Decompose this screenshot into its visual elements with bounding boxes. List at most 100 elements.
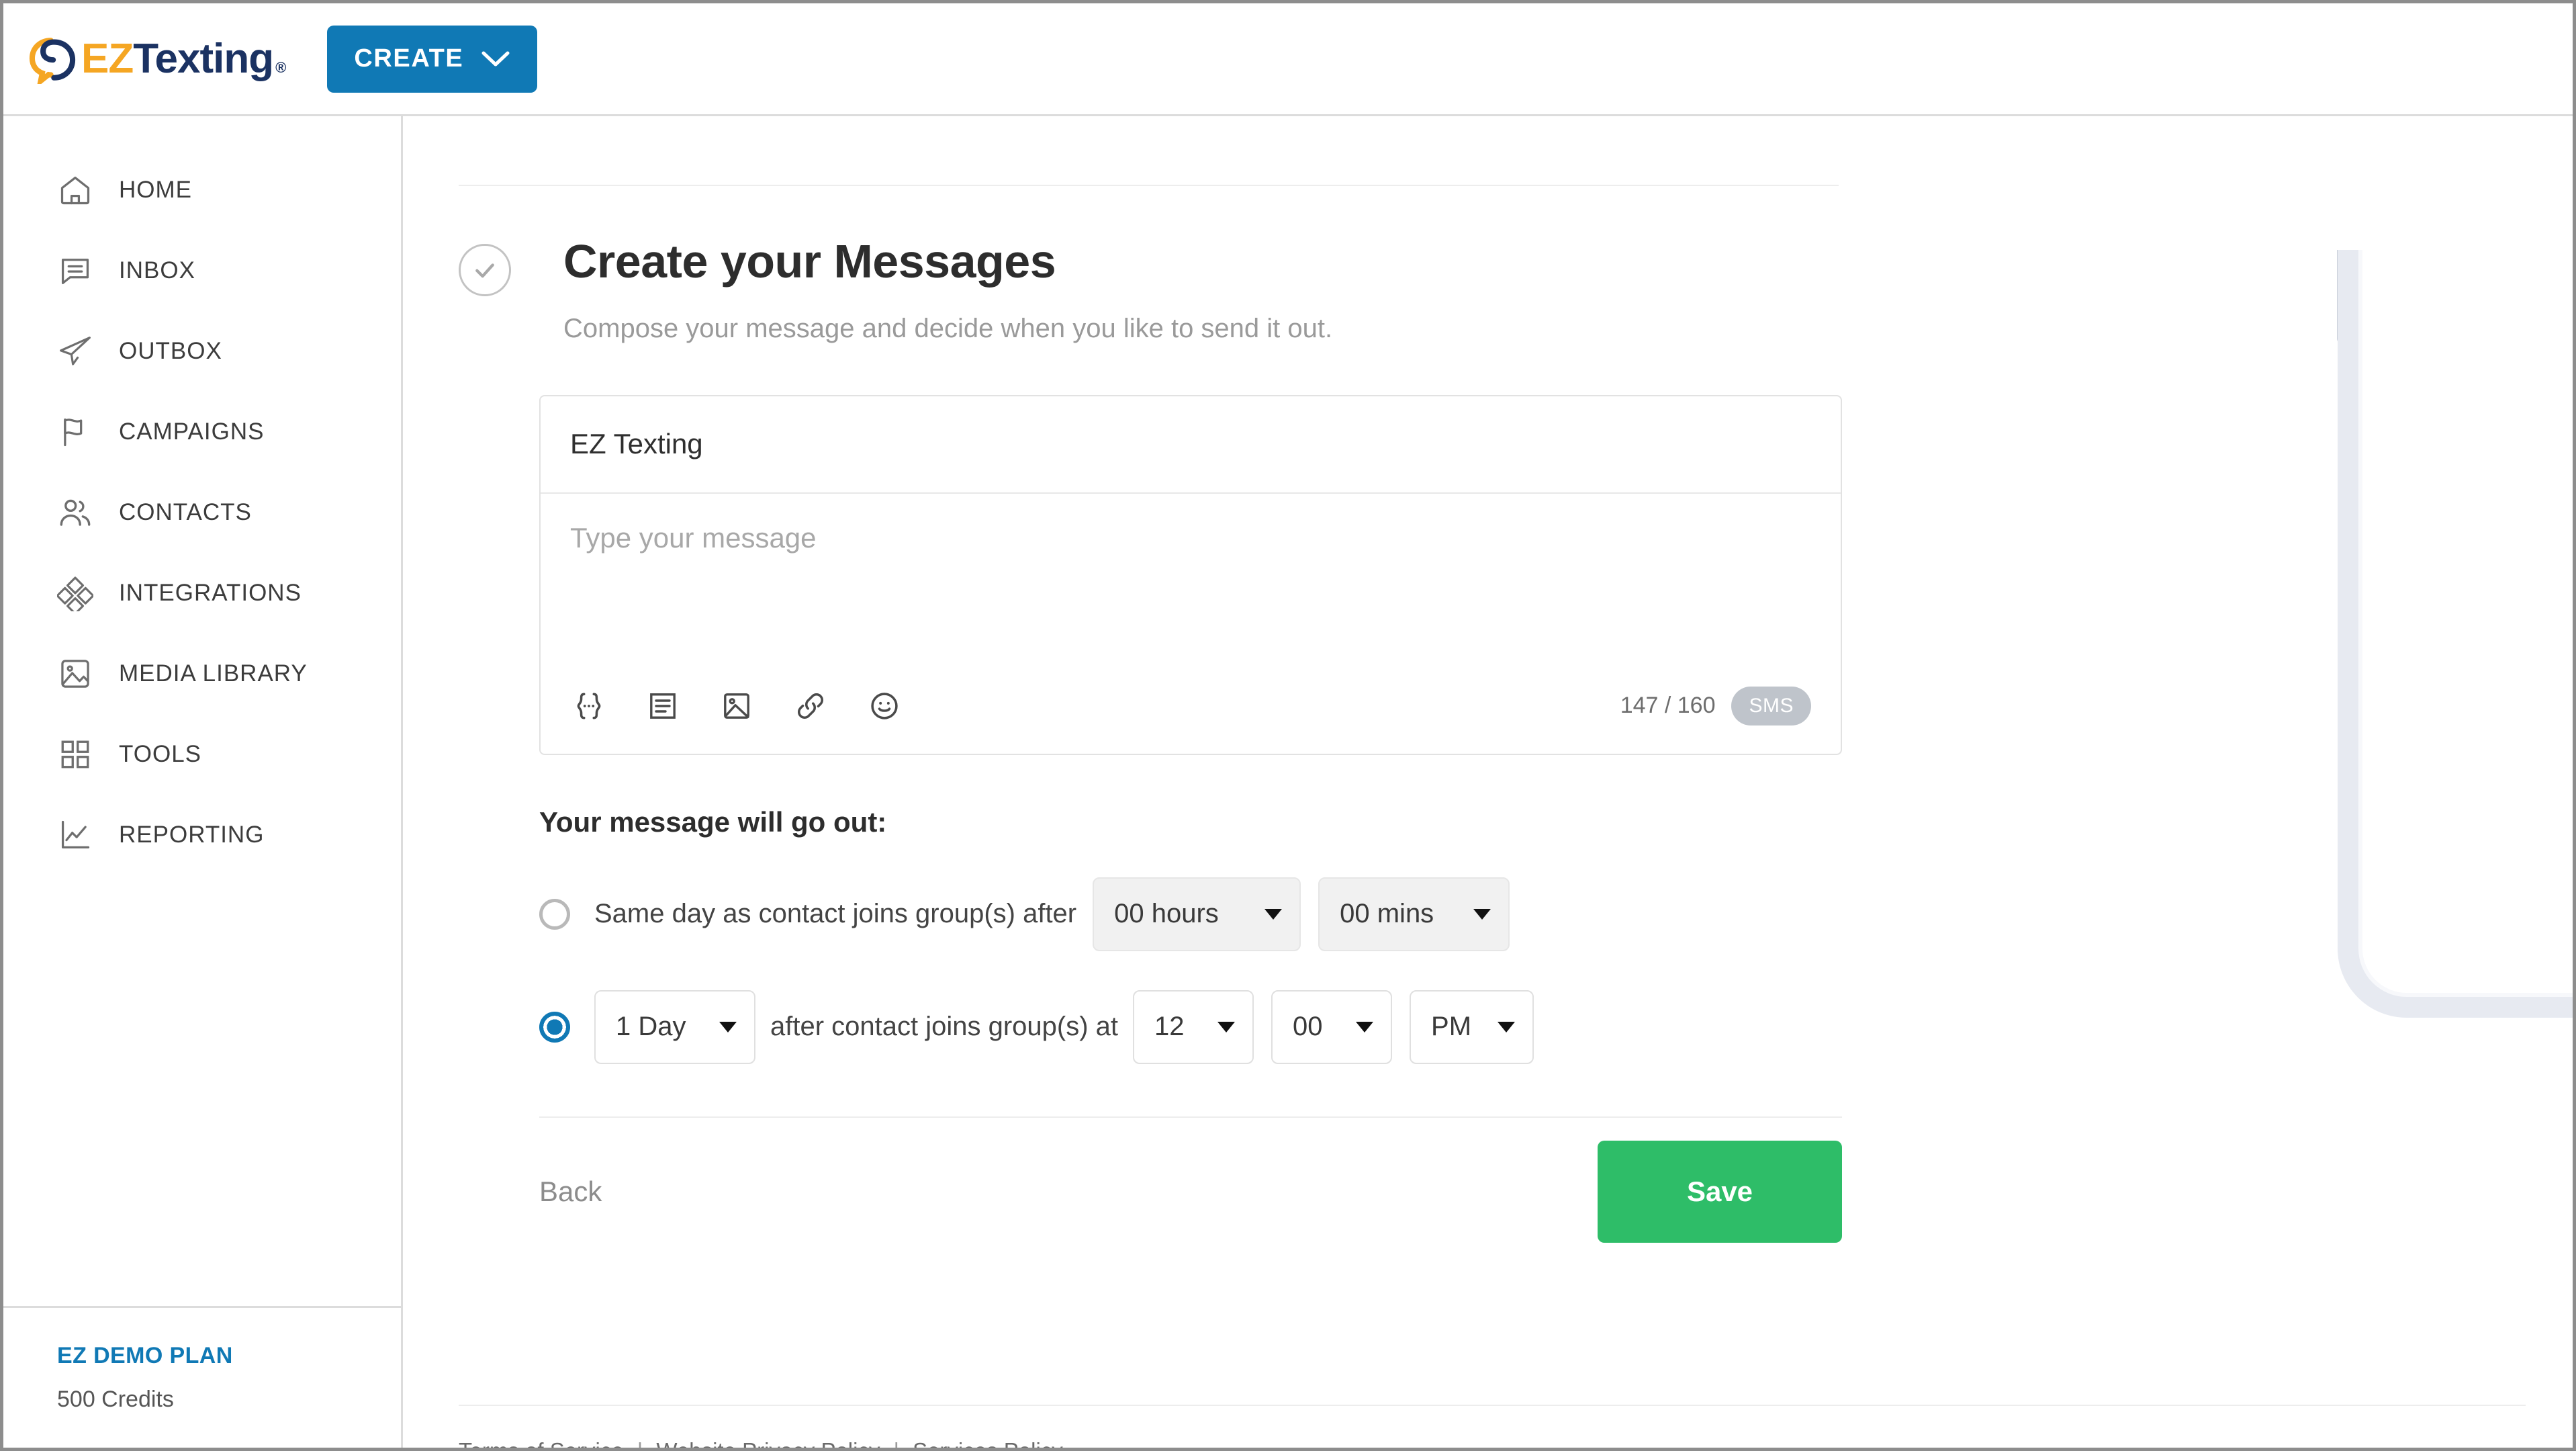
hour-select[interactable]: 12 bbox=[1133, 990, 1254, 1064]
page-subtitle: Compose your message and decide when you… bbox=[563, 313, 1333, 343]
users-icon bbox=[56, 493, 95, 532]
services-policy-link[interactable]: Services Policy bbox=[913, 1438, 1063, 1448]
day-delay-select[interactable]: 1 Day bbox=[594, 990, 755, 1064]
chevron-down-icon bbox=[1217, 1021, 1236, 1032]
ampm-select[interactable]: PM bbox=[1410, 990, 1534, 1064]
save-button[interactable]: Save bbox=[1598, 1140, 1842, 1243]
brand-registered: ® bbox=[275, 59, 286, 76]
card-header-text: Create your Messages Compose your messag… bbox=[563, 235, 1333, 344]
paper-plane-icon bbox=[56, 332, 95, 371]
message-composer: EZ Texting Type your message 147 / 160 S… bbox=[539, 394, 1842, 755]
chevron-down-icon bbox=[481, 50, 510, 68]
chevron-down-icon bbox=[719, 1021, 737, 1032]
line-chart-icon bbox=[56, 816, 95, 854]
sidebar-item-label: INBOX bbox=[119, 257, 195, 283]
sidebar-item-contacts[interactable]: CONTACTS bbox=[3, 472, 401, 553]
sidebar-item-tools[interactable]: TOOLS bbox=[3, 714, 401, 795]
back-button[interactable]: Back bbox=[539, 1176, 602, 1208]
ampm-value: PM bbox=[1431, 1012, 1472, 1041]
main-content: Create your Messages Compose your messag… bbox=[405, 118, 2573, 1448]
sidebar-item-label: CAMPAIGNS bbox=[119, 419, 265, 445]
composer-counter: 147 / 160 SMS bbox=[1620, 686, 1811, 726]
sidebar-item-label: MEDIA LIBRARY bbox=[119, 660, 308, 687]
footer-separator: | bbox=[637, 1438, 643, 1448]
brand-wordmark: EZ Texting ® bbox=[81, 35, 286, 83]
phone-outline-icon bbox=[2337, 196, 2573, 1018]
link-icon[interactable] bbox=[792, 687, 829, 725]
hours-delay-value: 00 hours bbox=[1114, 899, 1219, 928]
schedule-heading: Your message will go out: bbox=[539, 805, 887, 838]
sidebar-item-reporting[interactable]: REPORTING bbox=[3, 795, 401, 875]
create-button[interactable]: CREATE bbox=[327, 25, 538, 93]
sidebar-item-integrations[interactable]: INTEGRATIONS bbox=[3, 553, 401, 633]
chevron-down-icon bbox=[1473, 908, 1491, 920]
schedule-option-delay: 1 Day after contact joins group(s) at 12… bbox=[539, 990, 1839, 1064]
app-window: EZ Texting ® CREATE HOME INBOX OUTBOX CA… bbox=[0, 0, 2576, 1451]
sidebar-plan-box: EZ DEMO PLAN 500 Credits bbox=[3, 1306, 401, 1448]
brand-ez: EZ bbox=[81, 36, 134, 82]
radio-same-day[interactable] bbox=[539, 898, 570, 930]
message-input[interactable]: Type your message bbox=[541, 494, 1841, 658]
create-message-card: Create your Messages Compose your messag… bbox=[459, 185, 1842, 1266]
home-icon bbox=[56, 171, 95, 210]
minutes-delay-value: 00 mins bbox=[1340, 899, 1434, 928]
brand-logo[interactable]: EZ Texting ® bbox=[28, 3, 286, 114]
create-button-label: CREATE bbox=[354, 44, 464, 73]
card-top-divider bbox=[459, 185, 1839, 186]
status-badge[interactable]: SMS bbox=[1731, 686, 1811, 726]
sidebar-item-label: REPORTING bbox=[119, 822, 265, 848]
check-circle-icon bbox=[459, 244, 511, 296]
page-title: Create your Messages bbox=[563, 235, 1056, 288]
page-footer: Terms of Service | Website Privacy Polic… bbox=[459, 1405, 2526, 1448]
same-day-label: Same day as contact joins group(s) after bbox=[594, 899, 1077, 928]
minutes-delay-select[interactable]: 00 mins bbox=[1318, 877, 1510, 951]
schedule-option-same-day: Same day as contact joins group(s) after… bbox=[539, 877, 1839, 951]
footer-separator: | bbox=[893, 1438, 899, 1448]
ez-texting-logo-icon bbox=[29, 37, 76, 84]
sidebar-item-label: INTEGRATIONS bbox=[119, 580, 302, 606]
image-icon[interactable] bbox=[718, 687, 755, 725]
card-header: Create your Messages Compose your messag… bbox=[459, 235, 1839, 344]
sidebar-item-home[interactable]: HOME bbox=[3, 150, 401, 230]
terms-of-service-link[interactable]: Terms of Service bbox=[459, 1438, 624, 1448]
sidebar-item-outbox[interactable]: OUTBOX bbox=[3, 311, 401, 392]
sidebar-item-media-library[interactable]: MEDIA LIBRARY bbox=[3, 633, 401, 714]
emoji-icon[interactable] bbox=[866, 687, 903, 725]
plan-credits: 500 Credits bbox=[57, 1387, 174, 1412]
sidebar-item-campaigns[interactable]: CAMPAIGNS bbox=[3, 392, 401, 472]
chat-bubble-icon bbox=[56, 251, 95, 290]
delay-label: after contact joins group(s) at bbox=[770, 1012, 1119, 1041]
hours-delay-select[interactable]: 00 hours bbox=[1093, 877, 1301, 951]
sidebar-item-label: TOOLS bbox=[119, 741, 202, 767]
merge-field-icon[interactable] bbox=[570, 687, 608, 725]
plan-name-link[interactable]: EZ DEMO PLAN bbox=[57, 1343, 401, 1369]
character-count: 147 / 160 bbox=[1620, 693, 1716, 718]
sidebar-item-label: HOME bbox=[119, 177, 192, 203]
minute-select[interactable]: 00 bbox=[1271, 990, 1393, 1064]
composer-toolbar: 147 / 160 SMS bbox=[541, 658, 1841, 754]
website-privacy-policy-link[interactable]: Website Privacy Policy bbox=[656, 1438, 880, 1448]
card-actions: Back Save bbox=[539, 1118, 1842, 1266]
image-icon bbox=[56, 654, 95, 693]
phone-preview bbox=[2322, 196, 2573, 1029]
chevron-down-icon bbox=[1264, 908, 1283, 920]
template-icon[interactable] bbox=[644, 687, 682, 725]
grid-icon bbox=[56, 735, 95, 774]
sidebar: HOME INBOX OUTBOX CAMPAIGNS CONTACTS INT… bbox=[3, 116, 403, 1448]
sidebar-item-label: OUTBOX bbox=[119, 338, 222, 364]
brand-texting: Texting bbox=[133, 36, 274, 82]
day-delay-value: 1 Day bbox=[616, 1012, 686, 1041]
chevron-down-icon bbox=[1356, 1021, 1374, 1032]
sidebar-item-label: CONTACTS bbox=[119, 499, 252, 525]
chevron-down-icon bbox=[1498, 1021, 1516, 1032]
sender-input[interactable]: EZ Texting bbox=[541, 396, 1841, 494]
hour-value: 12 bbox=[1154, 1012, 1185, 1041]
diamonds-icon bbox=[56, 574, 95, 613]
radio-delay-days[interactable] bbox=[539, 1011, 570, 1043]
minute-value: 00 bbox=[1293, 1012, 1323, 1041]
composer-tool-icons bbox=[570, 687, 903, 725]
sidebar-item-inbox[interactable]: INBOX bbox=[3, 230, 401, 311]
flag-icon bbox=[56, 412, 95, 451]
sidebar-nav: HOME INBOX OUTBOX CAMPAIGNS CONTACTS INT… bbox=[3, 116, 401, 875]
footer-links: Terms of Service | Website Privacy Polic… bbox=[459, 1438, 2526, 1448]
